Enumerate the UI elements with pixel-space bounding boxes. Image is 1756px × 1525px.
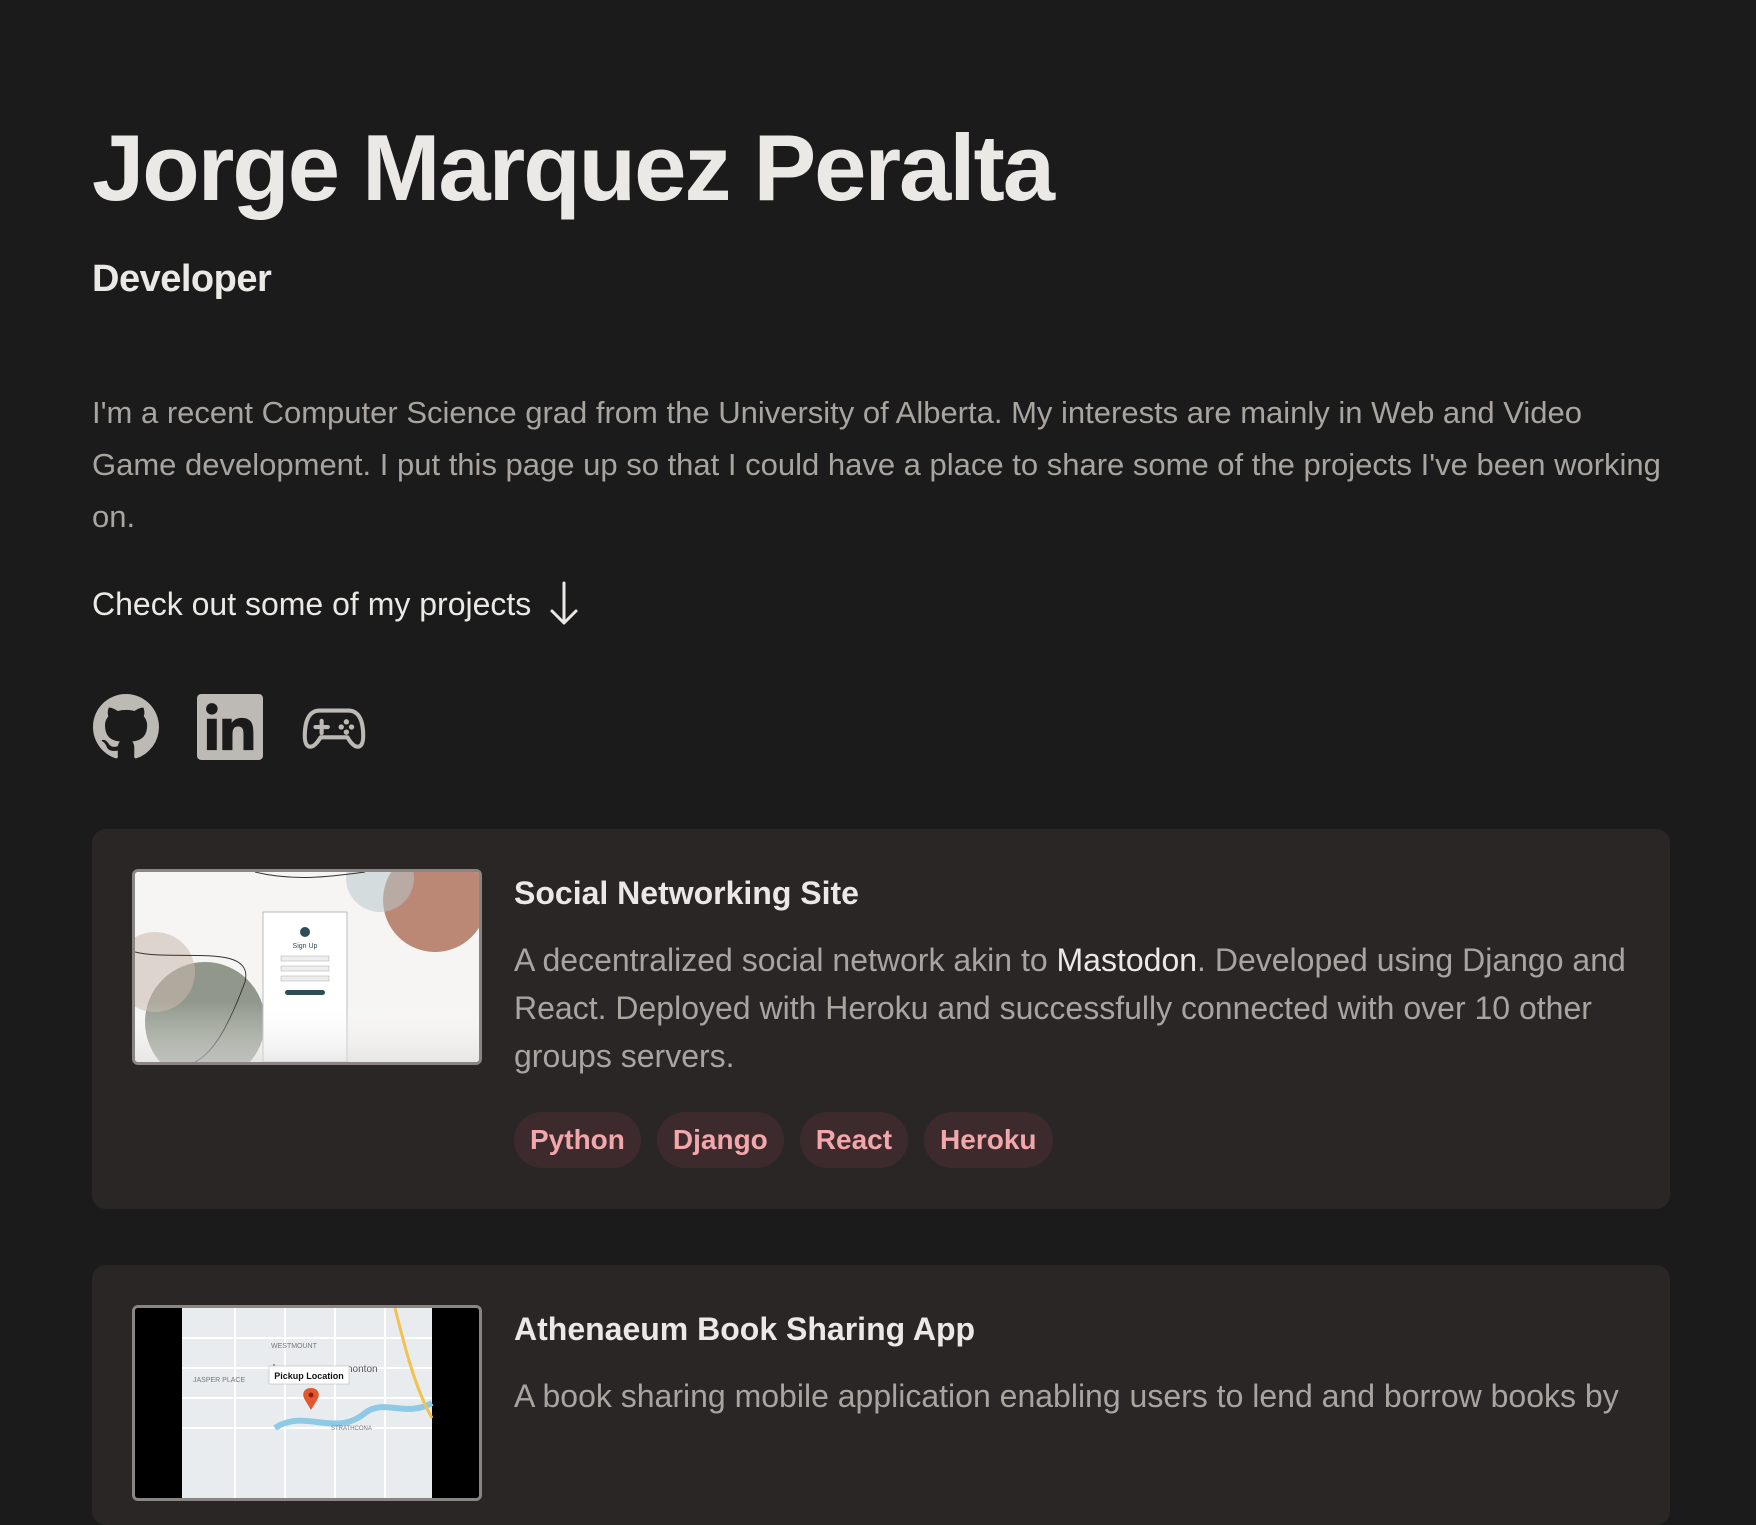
bio-text: I'm a recent Computer Science grad from … [92,395,1661,534]
project-title: Social Networking Site [514,875,859,911]
map-label: nonton [347,1364,378,1375]
tag-python: Python [514,1112,641,1168]
project-card[interactable]: Sign Up Social Networking Site A decentr… [92,829,1670,1209]
projects-link-label: Check out some of my projects [92,585,532,622]
project-card[interactable]: WESTMOUNT JASPER PLACE nonton STRATHCONA… [92,1265,1670,1525]
project-description: A book sharing mobile application enabli… [514,1378,1619,1414]
signup-screenshot: Sign Up [135,872,479,1062]
pickup-label: Pickup Location [274,1371,344,1381]
project-description: A decentralized social network akin to M… [514,936,1630,1080]
projects-link[interactable]: Check out some of my projects [92,581,579,627]
page-title: Jorge Marquez Peralta [92,115,1055,220]
linkedin-link[interactable] [196,693,264,761]
github-link[interactable] [92,693,160,761]
map-label: WESTMOUNT [271,1343,318,1350]
tag-react: React [799,1112,909,1168]
project-title: Athenaeum Book Sharing App [514,1311,976,1347]
signup-title: Sign Up [293,943,318,950]
tag-django: Django [656,1112,784,1168]
map-label: JASPER PLACE [193,1377,245,1384]
gamepad-icon [302,708,366,749]
project-thumbnail: WESTMOUNT JASPER PLACE nonton STRATHCONA… [132,1305,482,1501]
description-text: A decentralized social network akin to [514,942,1057,978]
project-body: Social Networking Site A decentralized s… [514,869,1630,1169]
github-icon [93,694,159,759]
role-subtitle: Developer [92,258,272,300]
page: Jorge Marquez Peralta Developer I'm a re… [0,0,1756,1432]
project-thumbnail: Sign Up [132,869,482,1065]
linkedin-icon [197,694,263,760]
map-screenshot: WESTMOUNT JASPER PLACE nonton STRATHCONA… [135,1308,479,1498]
tag-list: Python Django React Heroku [514,1112,1630,1168]
map-label: STRATHCONA [331,1426,372,1432]
mastodon-link[interactable]: Mastodon [1057,942,1198,978]
social-links [92,693,1664,761]
project-body: Athenaeum Book Sharing App A book sharin… [514,1305,1630,1485]
tag-heroku: Heroku [924,1112,1053,1168]
arrow-down-icon [550,581,578,625]
gamepad-link[interactable] [300,693,368,761]
